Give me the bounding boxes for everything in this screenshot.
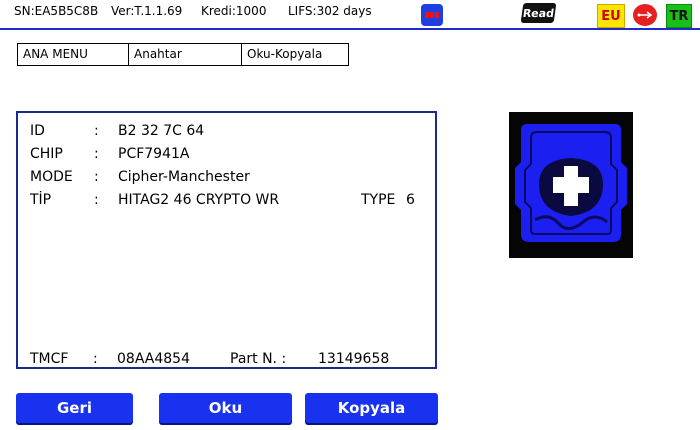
usb-icon[interactable] (633, 4, 657, 26)
info-sep: : (94, 192, 99, 208)
status-bar: SN:EA5B5C8B Ver:T.1.1.69 Kredi:1000 LIFS… (0, 0, 700, 28)
info-sep: : (94, 169, 99, 185)
copy-button[interactable]: Kopyala (305, 393, 438, 423)
eu-flag-icon[interactable]: EU (597, 4, 625, 28)
part-number-label: Part N. : (230, 351, 287, 367)
info-key: ID (30, 123, 45, 139)
tmcf-sep: : (93, 351, 98, 367)
serial-number: SN:EA5B5C8B (14, 4, 99, 18)
read-icon[interactable]: Read (520, 3, 557, 23)
bitmap-icon[interactable] (421, 4, 443, 26)
tr-flag-icon[interactable]: TR (666, 4, 692, 28)
status-divider (0, 28, 700, 30)
info-value: HITAG2 46 CRYPTO WR (118, 192, 280, 208)
read-button[interactable]: Oku (159, 393, 292, 423)
info-value: Cipher-Manchester (118, 169, 250, 185)
info-key: MODE (30, 169, 73, 185)
breadcrumb-oku-kopyala: Oku-Kopyala (247, 47, 323, 61)
transponder-info-panel: ID : B2 32 7C 64 CHIP : PCF7941A MODE : … (16, 111, 437, 369)
key-transponder-image (509, 112, 633, 258)
breadcrumb: ANA MENU Anahtar Oku-Kopyala (17, 43, 349, 66)
breadcrumb-ana-menu[interactable]: ANA MENU (18, 44, 129, 65)
type-value: 6 (406, 192, 415, 208)
info-value: PCF7941A (118, 146, 190, 162)
firmware-version: Ver:T.1.1.69 (111, 4, 183, 18)
info-key: TİP (30, 192, 52, 208)
part-number-value: 13149658 (318, 351, 390, 367)
info-key: CHIP (30, 146, 63, 162)
info-value: B2 32 7C 64 (118, 123, 205, 139)
license-days: LIFS:302 days (288, 4, 372, 18)
tmcf-value: 08AA4854 (117, 351, 190, 367)
info-sep: : (94, 146, 99, 162)
type-label: TYPE (361, 192, 396, 208)
tmcf-label: TMCF (30, 351, 69, 367)
breadcrumb-anahtar[interactable]: Anahtar (129, 44, 242, 65)
back-button[interactable]: Geri (16, 393, 133, 423)
credit-count: Kredi:1000 (201, 4, 267, 18)
info-sep: : (94, 123, 99, 139)
